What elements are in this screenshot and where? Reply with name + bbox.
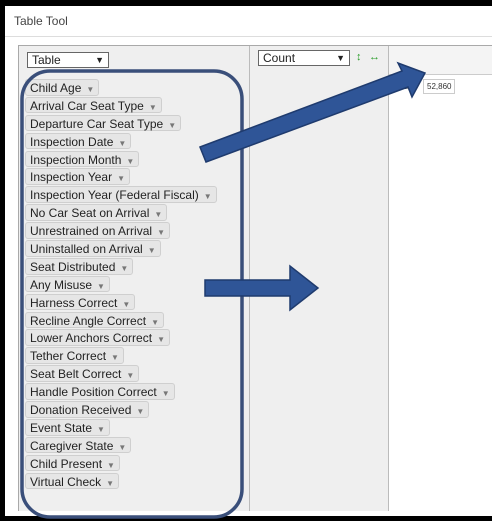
caret-down-icon[interactable]: ▼ — [154, 210, 162, 219]
field-pill[interactable]: Inspection Date ▼ — [25, 132, 132, 150]
totals-value: 52,860 — [423, 79, 456, 94]
field-pill[interactable]: Unrestrained on Arrival ▼ — [25, 222, 170, 239]
field-list: Child Age ▼ Arrival Car Seat Type ▼ Departur… — [25, 79, 249, 490]
field-pill[interactable]: Recline Angle Correct ▼ — [25, 311, 164, 329]
field-pill[interactable]: Uninstalled on Arrival ▼ — [25, 240, 161, 257]
caret-down-icon[interactable]: ▼ — [97, 425, 105, 434]
field-pill[interactable]: Donation Received ▼ — [25, 401, 150, 418]
field-pill[interactable]: Inspection Year ▼ — [25, 168, 130, 186]
field-pill-label: Child Present — [30, 456, 103, 471]
caret-down-icon[interactable]: ▼ — [120, 264, 128, 273]
field-pill-label: Unrestrained on Arrival — [30, 224, 153, 239]
field-pill-label: Seat Belt Correct — [30, 367, 122, 382]
field-pill-label: Child Age — [30, 81, 82, 95]
caret-down-icon[interactable]: ▼ — [126, 157, 134, 166]
field-pill-label: Departure Car Seat Type — [30, 116, 164, 131]
caret-down-icon[interactable]: ▼ — [111, 353, 119, 362]
field-pill-label: Inspection Year — [30, 170, 113, 185]
field-pill-label: Tether Correct — [30, 349, 107, 364]
field-pill[interactable]: Any Misuse ▼ — [25, 275, 110, 293]
field-pill-label: Handle Position Correct — [30, 385, 157, 400]
field-pill-label: Inspection Month — [30, 152, 122, 167]
caret-down-icon[interactable]: ▼ — [148, 246, 156, 255]
field-pill-label: No Car Seat on Arrival — [30, 206, 150, 221]
field-pill-label: Uninstalled on Arrival — [30, 242, 143, 257]
field-pill-label: Virtual Check — [30, 474, 102, 489]
field-pill[interactable]: Caregiver State ▼ — [25, 436, 132, 454]
unused-fields-panel: Table ▼ Child Age ▼ Arrival Car Seat Type ▼… — [19, 46, 250, 511]
caret-down-icon[interactable]: ▼ — [118, 139, 126, 148]
field-pill-label: Event State — [30, 420, 93, 435]
title-bar: Table Tool — [5, 6, 492, 37]
field-pill[interactable]: Harness Correct ▼ — [25, 293, 136, 311]
chevron-down-icon: ▼ — [336, 53, 345, 63]
field-pill[interactable]: Tether Correct ▼ — [25, 347, 124, 364]
caret-down-icon[interactable]: ▼ — [118, 443, 126, 452]
caret-down-icon[interactable]: ▼ — [86, 85, 94, 94]
field-pill[interactable]: Lower Anchors Correct ▼ — [25, 329, 170, 347]
field-pill-label: Seat Distributed — [30, 259, 116, 274]
caret-down-icon[interactable]: ▼ — [126, 371, 134, 380]
field-pill-label: Any Misuse — [30, 277, 93, 292]
field-pill-label: Inspection Date — [30, 134, 114, 149]
field-pill[interactable]: Virtual Check ▼ — [25, 472, 120, 490]
aggregator-select-value: Count — [263, 51, 296, 65]
field-pill-label: Arrival Car Seat Type — [30, 98, 144, 113]
field-pill-label: Recline Angle Correct — [30, 313, 147, 328]
field-pill[interactable]: Departure Car Seat Type ▼ — [25, 114, 182, 132]
field-pill[interactable]: Event State ▼ — [25, 418, 110, 436]
caret-down-icon[interactable]: ▼ — [204, 192, 212, 201]
caret-down-icon[interactable]: ▼ — [97, 282, 105, 291]
caret-down-icon[interactable]: ▼ — [157, 335, 165, 344]
window-title: Table Tool — [14, 14, 68, 28]
field-pill[interactable]: No Car Seat on Arrival ▼ — [25, 204, 168, 221]
sort-vertical-icon[interactable]: ↕ — [356, 51, 362, 63]
field-pill-label: Caregiver State — [30, 438, 114, 453]
caret-down-icon[interactable]: ▼ — [149, 103, 157, 112]
caret-down-icon[interactable]: ▼ — [168, 121, 176, 130]
pivot-output: Totals 52,860 — [389, 46, 492, 511]
field-pill[interactable]: Seat Distributed ▼ — [25, 257, 134, 275]
field-pill[interactable]: Arrival Car Seat Type ▼ — [25, 96, 162, 114]
caret-down-icon[interactable]: ▼ — [107, 461, 115, 470]
field-pill-label: Lower Anchors Correct — [30, 331, 153, 346]
field-pill[interactable]: Handle Position Correct ▼ — [25, 383, 175, 400]
aggregator-select[interactable]: Count ▼ — [258, 50, 350, 66]
caret-down-icon[interactable]: ▼ — [122, 300, 130, 309]
caret-down-icon[interactable]: ▼ — [106, 479, 114, 488]
field-pill[interactable]: Seat Belt Correct ▼ — [25, 365, 140, 382]
field-pill[interactable]: Child Present ▼ — [25, 454, 120, 472]
chevron-down-icon: ▼ — [95, 55, 104, 65]
caret-down-icon[interactable]: ▼ — [151, 318, 159, 327]
caret-down-icon[interactable]: ▼ — [136, 407, 144, 416]
field-pill[interactable]: Inspection Month ▼ — [25, 150, 140, 168]
field-pill[interactable]: Inspection Year (Federal Fiscal) ▼ — [25, 186, 217, 203]
field-pill-label: Donation Received — [30, 403, 132, 418]
row-fields-panel: Count ▼ ↕ ↔ — [250, 46, 389, 511]
renderer-select[interactable]: Table ▼ — [27, 52, 109, 68]
caret-down-icon[interactable]: ▼ — [162, 389, 170, 398]
column-fields-drop-zone[interactable] — [389, 46, 492, 75]
totals-label: Totals — [395, 82, 418, 91]
pivot-table: Table ▼ Child Age ▼ Arrival Car Seat Type ▼… — [18, 45, 492, 511]
field-pill-label: Inspection Year (Federal Fiscal) — [30, 188, 199, 203]
expand-horizontal-icon[interactable]: ↔ — [369, 51, 380, 63]
field-pill[interactable]: Child Age ▼ — [25, 79, 100, 96]
caret-down-icon[interactable]: ▼ — [157, 228, 165, 237]
renderer-select-value: Table — [32, 53, 61, 67]
field-pill-label: Harness Correct — [30, 295, 118, 310]
caret-down-icon[interactable]: ▼ — [117, 174, 125, 183]
